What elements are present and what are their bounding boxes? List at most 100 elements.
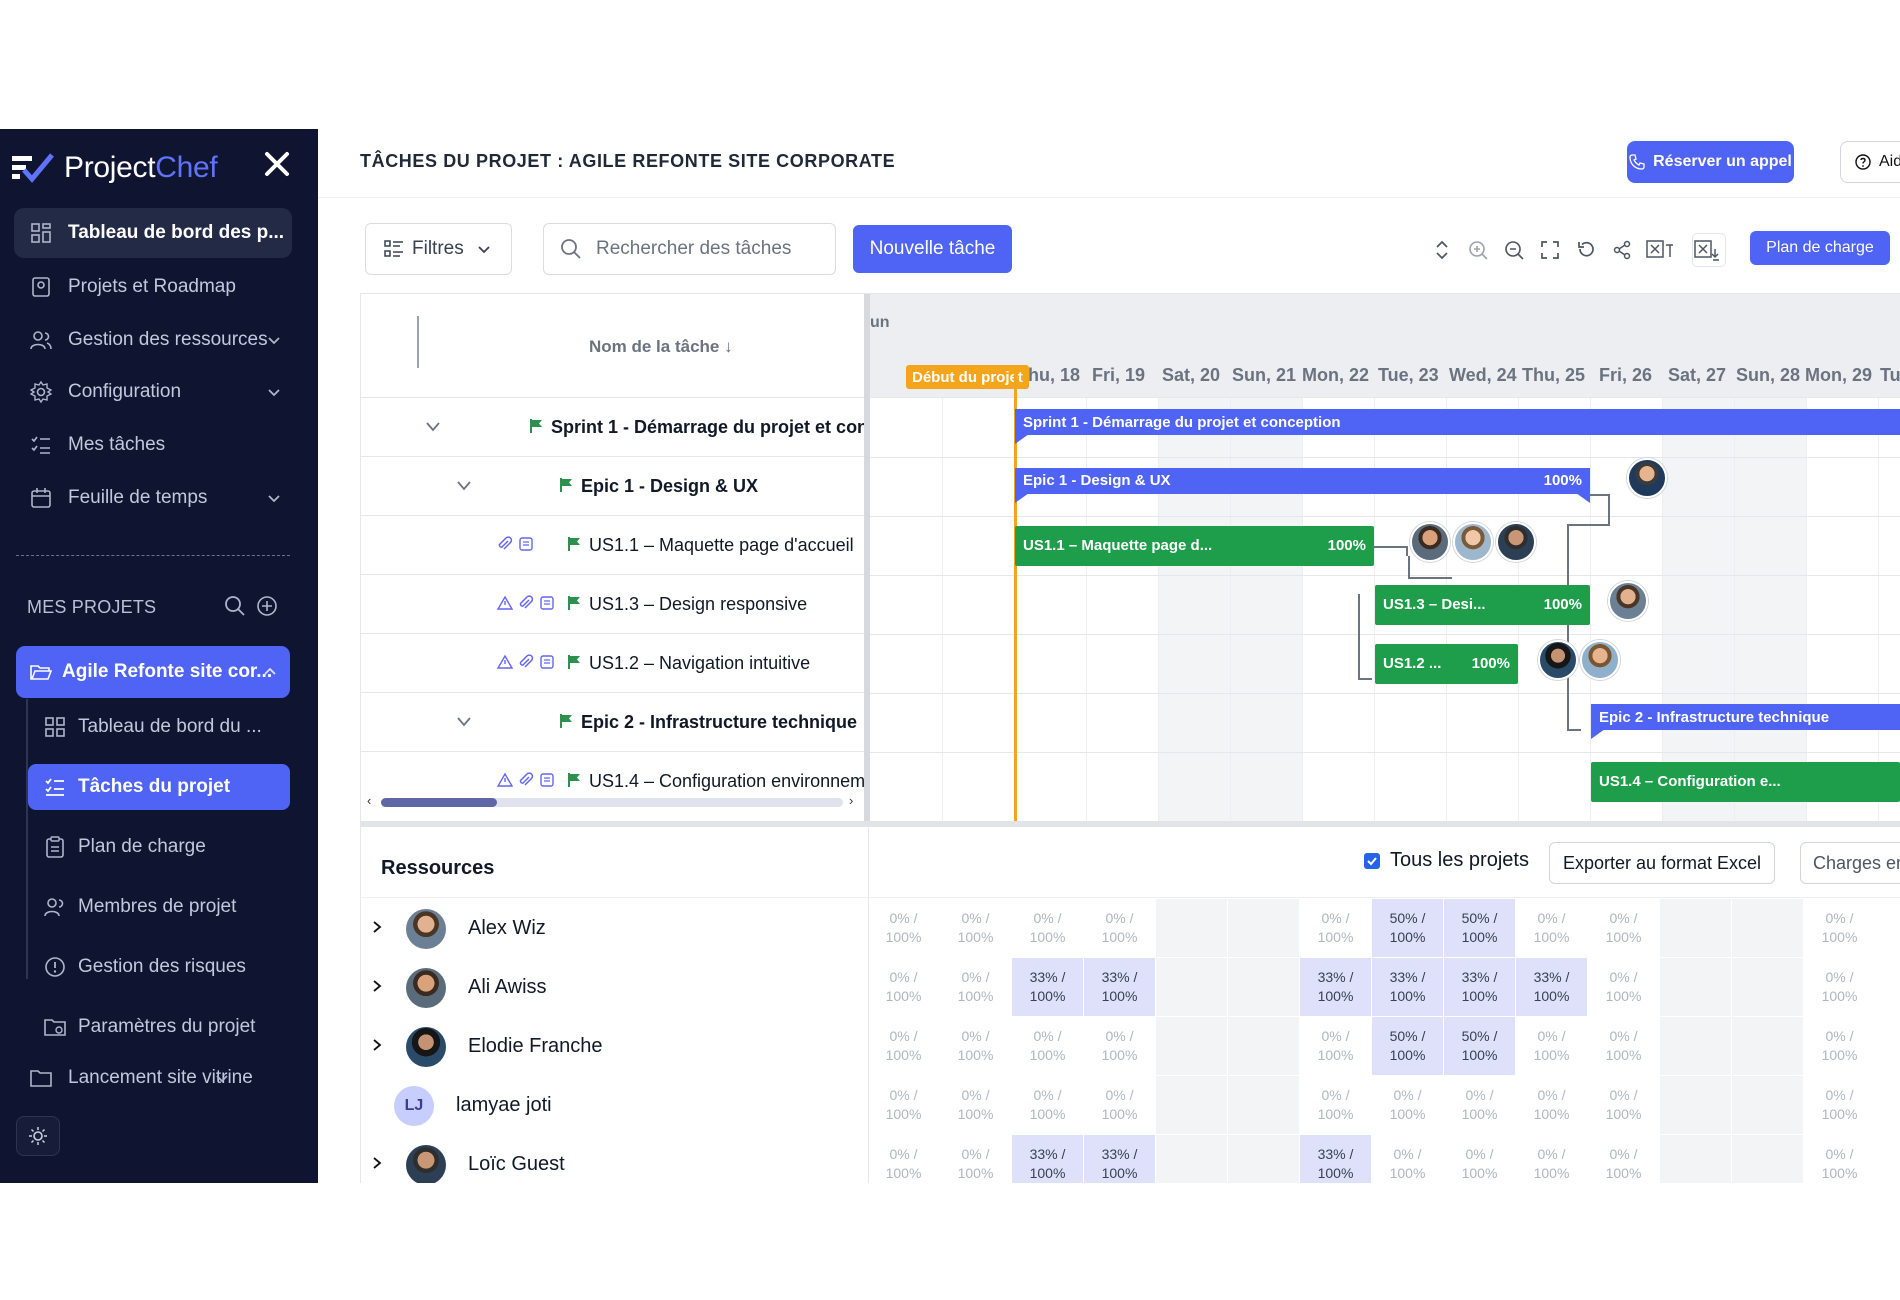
- project-item-agile-refonte[interactable]: Agile Refonte site cor...: [16, 646, 290, 698]
- charges-select[interactable]: Charges en: [1800, 842, 1900, 884]
- avatar[interactable]: [1538, 640, 1578, 680]
- help-button[interactable]: Aide: [1840, 141, 1900, 183]
- load-value: 0% /: [889, 1087, 918, 1103]
- chevron-down-icon[interactable]: [424, 420, 442, 434]
- close-icon[interactable]: [262, 149, 292, 179]
- load-cell: 0% / 100%: [1084, 1076, 1156, 1134]
- excel-export-icon[interactable]: [1692, 233, 1726, 267]
- load-value: 0% /: [961, 1087, 990, 1103]
- chevron-down-icon: [268, 495, 280, 503]
- avatar[interactable]: [1580, 640, 1620, 680]
- task-grid: Nom de la tâche ↓ Sprint 1 - Démarrage d…: [360, 294, 870, 824]
- load-cell: 0% / 100%: [1300, 1076, 1372, 1134]
- nav-item-projets-roadmap[interactable]: Projets et Roadmap: [14, 262, 292, 312]
- task-row[interactable]: Epic 2 - Infrastructure technique: [361, 693, 864, 752]
- add-circle-icon[interactable]: [256, 595, 278, 617]
- load-cell: [1156, 899, 1228, 957]
- timeline-header: un hu, 18 Fri, 19 Sat, 20 Sun, 21 Mon, 2…: [870, 294, 1900, 398]
- expand-collapse-icon[interactable]: [1430, 238, 1454, 262]
- search-input[interactable]: [596, 238, 816, 260]
- checkbox-checked-icon[interactable]: [1364, 852, 1380, 869]
- chevron-right-icon[interactable]: [370, 1155, 384, 1171]
- search-box[interactable]: [543, 223, 836, 275]
- task-row[interactable]: Epic 1 - Design & UX: [361, 457, 864, 516]
- excel-import-icon[interactable]: [1646, 238, 1680, 262]
- sub-item-plan-de-charge[interactable]: Plan de charge: [28, 824, 290, 870]
- resource-row[interactable]: Alex Wiz: [360, 899, 868, 958]
- nav-item-feuille-temps[interactable]: Feuille de temps: [14, 473, 292, 523]
- chevron-right-icon[interactable]: [370, 978, 384, 994]
- column-resizer[interactable]: [417, 316, 419, 368]
- chevron-right-icon[interactable]: [370, 919, 384, 935]
- plan-de-charge-button[interactable]: Plan de charge: [1750, 231, 1890, 265]
- fullscreen-icon[interactable]: [1538, 238, 1562, 262]
- attachment-icon: [519, 772, 534, 786]
- undo-icon[interactable]: [1574, 238, 1598, 262]
- avatar[interactable]: [1453, 522, 1493, 562]
- sub-item-tableau-de-bord[interactable]: Tableau de bord du ...: [28, 704, 290, 750]
- avatar[interactable]: [1608, 581, 1648, 621]
- gantt-bar-sprint-1[interactable]: Sprint 1 - Démarrage du projet et concep…: [1015, 409, 1900, 435]
- scroll-right-arrow-icon[interactable]: ›: [849, 793, 853, 808]
- sub-item-taches-du-projet[interactable]: Tâches du projet: [28, 764, 290, 810]
- resource-name: Loïc Guest: [468, 1153, 565, 1175]
- chevron-right-icon[interactable]: [370, 1037, 384, 1053]
- pane-splitter[interactable]: [360, 821, 1900, 827]
- load-value: 0% /: [1321, 1087, 1350, 1103]
- new-task-button[interactable]: Nouvelle tâche: [853, 225, 1012, 273]
- zoom-in-icon[interactable]: [1466, 238, 1490, 262]
- sub-item-risques[interactable]: Gestion des risques: [28, 944, 290, 990]
- sub-item-membres[interactable]: Membres de projet: [28, 884, 290, 930]
- resource-row[interactable]: Ali Awiss: [360, 958, 868, 1017]
- nav-item-configuration[interactable]: Configuration: [14, 367, 292, 417]
- gantt-bar-epic-2[interactable]: Epic 2 - Infrastructure technique: [1591, 704, 1900, 730]
- resource-row[interactable]: Loïc Guest: [360, 1135, 868, 1183]
- gantt-bar-us1-4[interactable]: US1.4 – Configuration e...: [1591, 762, 1900, 802]
- scroll-left-arrow-icon[interactable]: ‹: [367, 793, 371, 808]
- all-projects-checkbox[interactable]: Tous les projets: [1364, 849, 1529, 872]
- load-value: 0% /: [1537, 910, 1566, 926]
- theme-toggle-button[interactable]: [16, 1116, 60, 1156]
- gantt-bar-us1-3[interactable]: US1.3 – Desi... 100%: [1375, 585, 1590, 625]
- zoom-out-icon[interactable]: [1502, 238, 1526, 262]
- load-cell: [1732, 1076, 1804, 1134]
- gantt-bar-us1-1[interactable]: US1.1 – Maquette page d... 100%: [1015, 526, 1374, 566]
- export-excel-button[interactable]: Exporter au format Excel: [1549, 842, 1775, 884]
- sub-item-parametres[interactable]: Paramètres du projet: [28, 1004, 290, 1050]
- note-icon: [540, 596, 554, 610]
- project-item-lancement[interactable]: Lancement site vitrine: [14, 1053, 292, 1103]
- filters-button[interactable]: Filtres: [365, 223, 512, 275]
- chevron-down-icon[interactable]: [455, 479, 473, 493]
- task-row[interactable]: US1.2 – Navigation intuitive: [361, 634, 864, 693]
- horizontal-scrollbar[interactable]: ‹ ›: [365, 790, 859, 810]
- avatar[interactable]: [1496, 522, 1536, 562]
- nav-item-ressources[interactable]: Gestion des ressources: [14, 315, 292, 365]
- load-cell: 33% / 100%: [1300, 1135, 1372, 1183]
- avatar[interactable]: [1410, 522, 1450, 562]
- load-cell: 50% / 100%: [1444, 1017, 1516, 1075]
- load-capacity: 100%: [1605, 1047, 1642, 1063]
- avatar[interactable]: [1627, 458, 1667, 498]
- load-capacity: 100%: [1533, 1165, 1570, 1181]
- load-value: 0% /: [1105, 1028, 1134, 1044]
- nav-item-dashboard[interactable]: Tableau de bord des p...: [14, 208, 292, 258]
- resource-row[interactable]: LJ lamyae joti: [360, 1076, 868, 1135]
- task-row[interactable]: Sprint 1 - Démarrage du projet et concep…: [361, 398, 864, 457]
- load-value: 0% /: [1393, 1146, 1422, 1162]
- gantt-bar-us1-2[interactable]: US1.2 ... 100%: [1375, 644, 1518, 684]
- load-cell: 33% / 100%: [1084, 958, 1156, 1016]
- book-call-button[interactable]: Réserver un appel: [1627, 141, 1794, 183]
- share-icon[interactable]: [1610, 238, 1634, 262]
- task-row[interactable]: US1.3 – Design responsive: [361, 575, 864, 634]
- task-name-column-header[interactable]: Nom de la tâche ↓: [589, 337, 733, 357]
- logo[interactable]: ProjectChef: [12, 147, 218, 189]
- nav-item-mes-taches[interactable]: Mes tâches: [14, 420, 292, 470]
- scroll-thumb[interactable]: [381, 798, 497, 807]
- day-label: Mon, 29: [1805, 365, 1873, 385]
- chevron-down-icon[interactable]: [455, 715, 473, 729]
- load-value: 0% /: [889, 969, 918, 985]
- resource-row[interactable]: Elodie Franche: [360, 1017, 868, 1076]
- gantt-bar-epic-1[interactable]: Epic 1 - Design & UX 100%: [1015, 468, 1590, 494]
- search-icon[interactable]: [224, 595, 246, 617]
- task-row[interactable]: US1.1 – Maquette page d'accueil: [361, 516, 864, 575]
